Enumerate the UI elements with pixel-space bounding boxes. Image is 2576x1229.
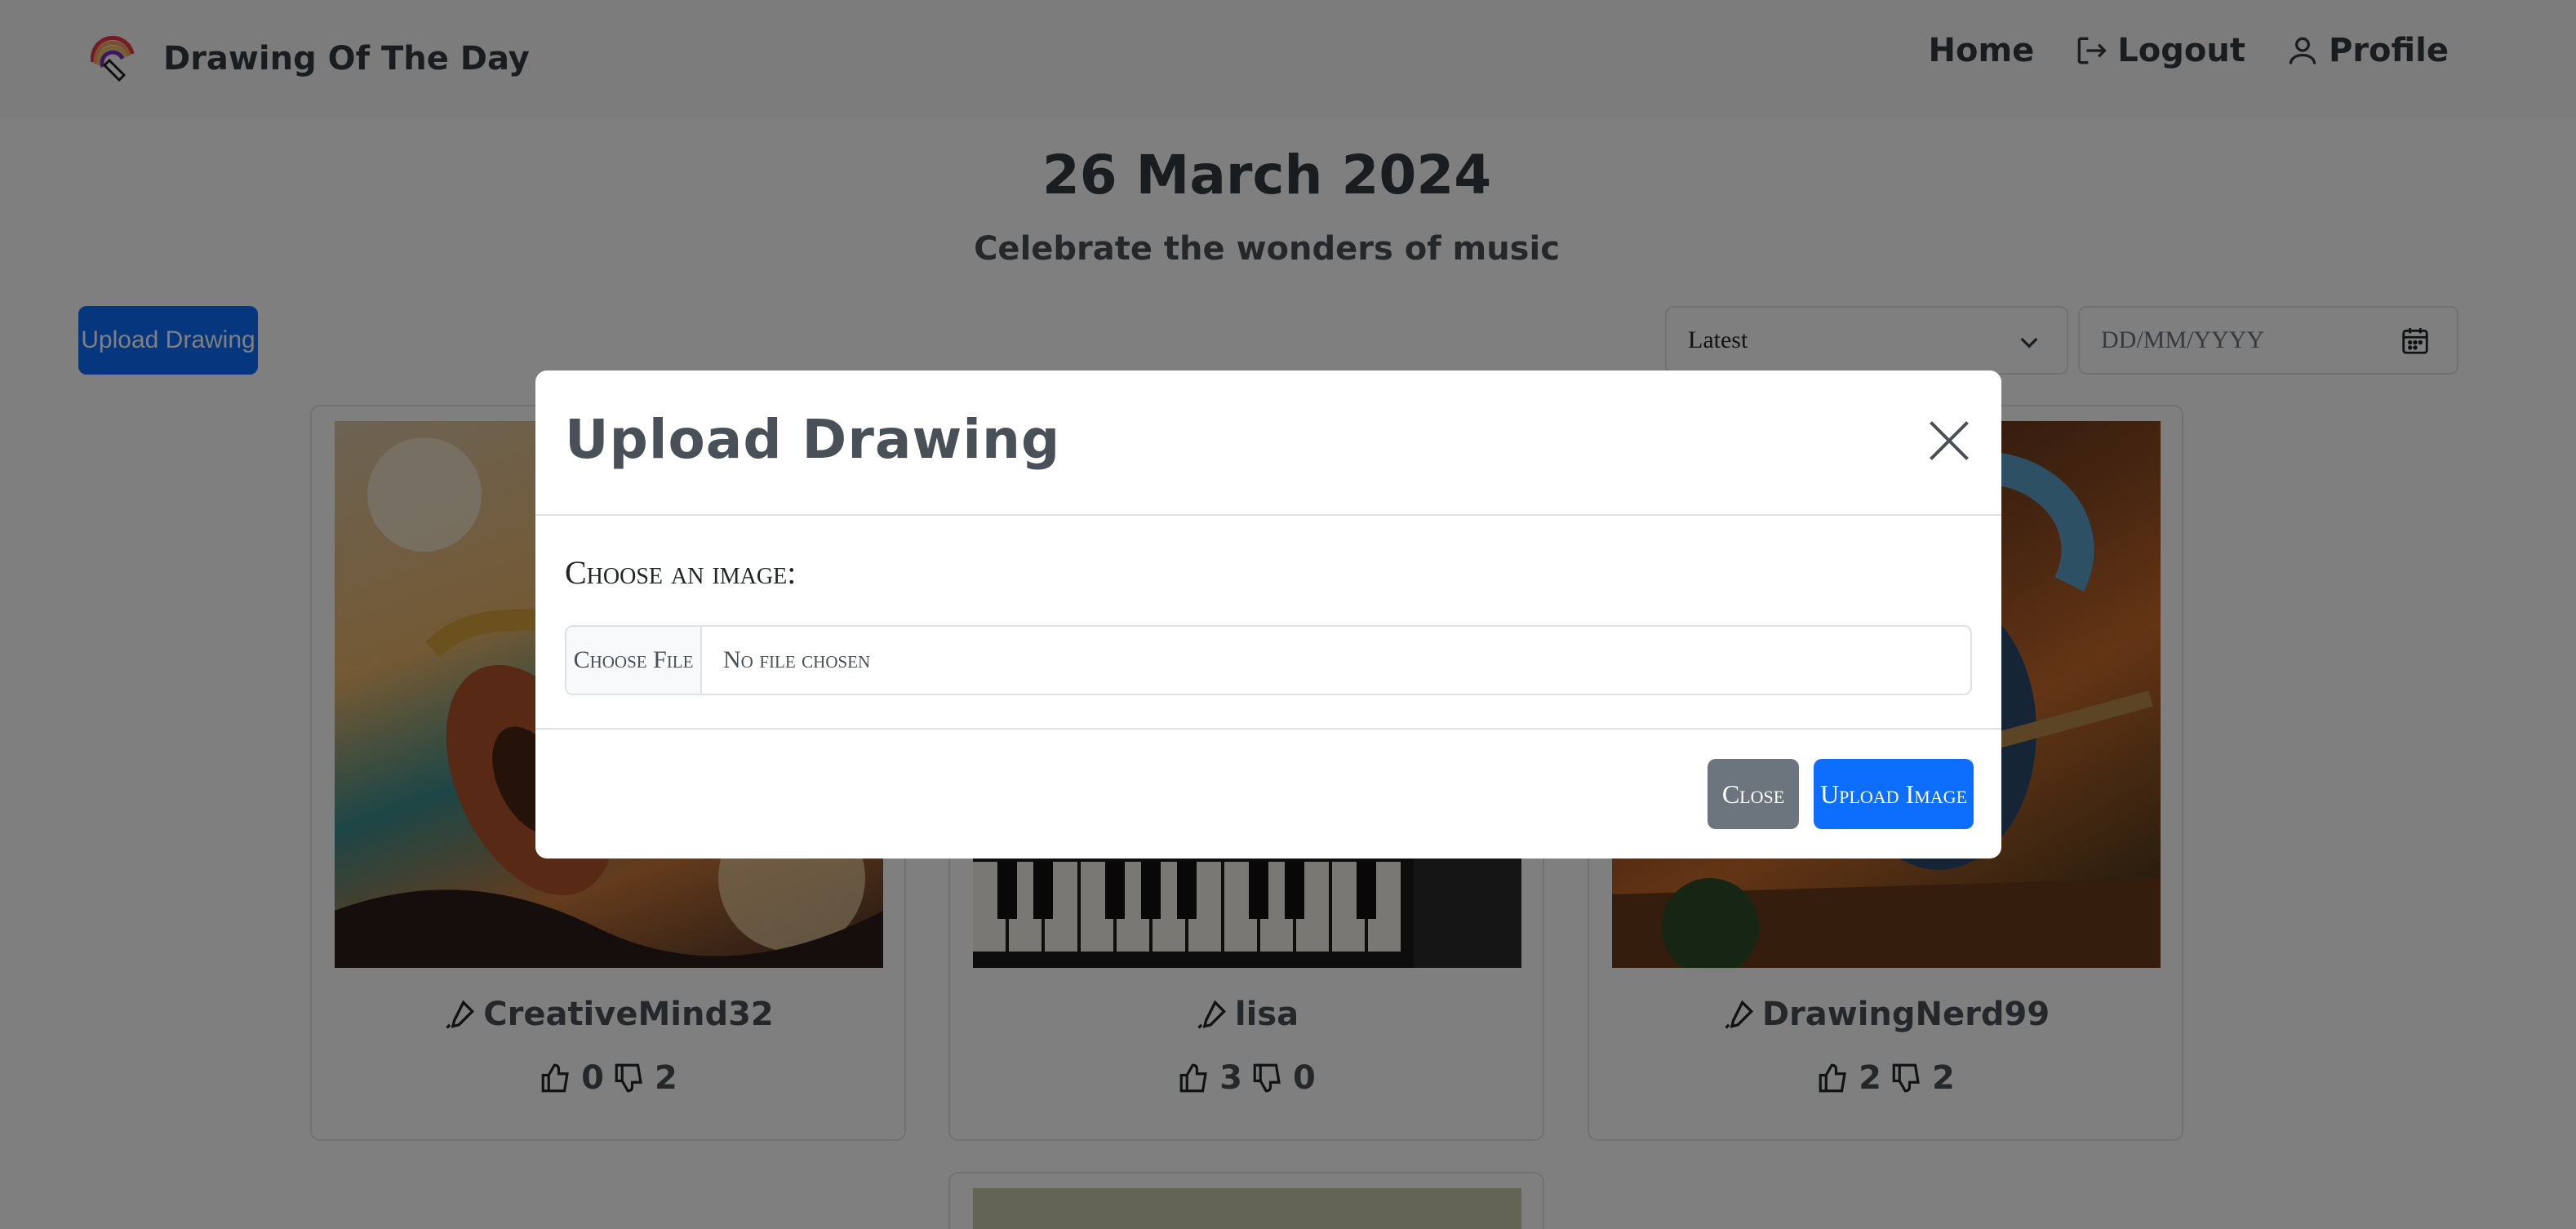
file-input[interactable]: Choose File No file chosen: [565, 625, 1972, 695]
file-status: No file chosen: [723, 646, 871, 673]
close-button[interactable]: Close: [1708, 759, 1799, 829]
modal-header: Upload Drawing: [535, 370, 2001, 516]
upload-image-button[interactable]: Upload Image: [1814, 759, 1974, 829]
modal-footer: Close Upload Image: [535, 730, 2001, 859]
close-icon[interactable]: [1925, 416, 1974, 465]
modal-title: Upload Drawing: [565, 408, 1061, 471]
choose-image-label: Choose an image:: [565, 554, 797, 591]
modal-body: Choose an image: Choose File No file cho…: [535, 516, 2001, 730]
choose-file-button[interactable]: Choose File: [566, 627, 702, 694]
upload-modal: Upload Drawing Choose an image: Choose F…: [535, 370, 2001, 859]
